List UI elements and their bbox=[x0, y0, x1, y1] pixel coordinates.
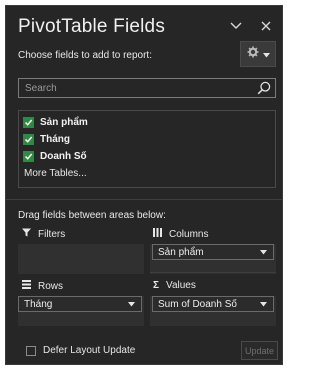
pane-options-chevron-icon[interactable] bbox=[226, 16, 246, 36]
columns-area-header: Columns bbox=[153, 228, 208, 240]
rows-field-label: Tháng bbox=[24, 298, 53, 310]
checkbox-checked-icon[interactable] bbox=[23, 133, 34, 145]
checkbox-unchecked-icon[interactable] bbox=[26, 345, 36, 356]
field-item-thang[interactable]: Tháng bbox=[23, 131, 70, 147]
defer-layout-update-checkbox[interactable]: Defer Layout Update bbox=[26, 345, 135, 356]
rows-label: Rows bbox=[38, 280, 64, 292]
caret-down-icon bbox=[260, 250, 267, 255]
columns-label: Columns bbox=[169, 228, 209, 240]
values-area-header: Σ Values bbox=[153, 280, 196, 291]
values-label: Values bbox=[166, 280, 196, 291]
close-icon[interactable] bbox=[256, 16, 276, 36]
choose-fields-label: Choose fields to add to report: bbox=[18, 50, 152, 61]
field-list: Sản phẩm Tháng Doanh Số More Tables... bbox=[18, 110, 276, 188]
filters-label: Filters bbox=[38, 228, 66, 240]
checkbox-checked-icon[interactable] bbox=[23, 150, 34, 162]
columns-icon bbox=[153, 228, 162, 240]
caret-down-icon bbox=[260, 302, 267, 307]
field-label: Tháng bbox=[40, 133, 70, 145]
drag-fields-hint: Drag fields between areas below: bbox=[18, 210, 166, 221]
caret-down-icon bbox=[262, 45, 270, 63]
field-label: Doanh Số bbox=[40, 150, 87, 162]
more-tables-link[interactable]: More Tables... bbox=[24, 168, 87, 179]
columns-field-pill[interactable]: Sản phẩm bbox=[152, 244, 274, 260]
search-input[interactable] bbox=[19, 79, 251, 97]
filter-funnel-icon bbox=[22, 228, 31, 240]
field-item-san-pham[interactable]: Sản phẩm bbox=[23, 114, 88, 130]
sigma-icon: Σ bbox=[153, 280, 160, 291]
rows-field-pill[interactable]: Tháng bbox=[18, 296, 142, 312]
checkbox-checked-icon[interactable] bbox=[23, 116, 34, 128]
filters-drop-area[interactable] bbox=[18, 244, 144, 274]
update-button[interactable]: Update bbox=[241, 341, 278, 360]
values-field-label: Sum of Doanh Số bbox=[158, 298, 237, 310]
field-item-doanh-so[interactable]: Doanh Số bbox=[23, 148, 87, 164]
defer-layout-update-label: Defer Layout Update bbox=[43, 345, 136, 356]
caret-down-icon bbox=[128, 302, 135, 307]
divider bbox=[6, 199, 282, 200]
field-label: Sản phẩm bbox=[40, 116, 88, 128]
pivot-table-fields-pane: PivotTable Fields Choose fields to add t… bbox=[5, 5, 283, 365]
filters-area-header: Filters bbox=[22, 228, 65, 240]
gear-icon bbox=[247, 45, 259, 63]
search-icon[interactable] bbox=[257, 81, 271, 95]
pane-title: PivotTable Fields bbox=[18, 16, 166, 37]
rows-area-header: Rows bbox=[22, 280, 63, 292]
tools-button[interactable] bbox=[240, 41, 276, 67]
rows-icon bbox=[22, 280, 31, 292]
columns-field-label: Sản phẩm bbox=[158, 246, 204, 258]
search-box bbox=[18, 78, 276, 98]
values-field-pill[interactable]: Sum of Doanh Số bbox=[152, 296, 274, 312]
divider bbox=[150, 272, 276, 273]
